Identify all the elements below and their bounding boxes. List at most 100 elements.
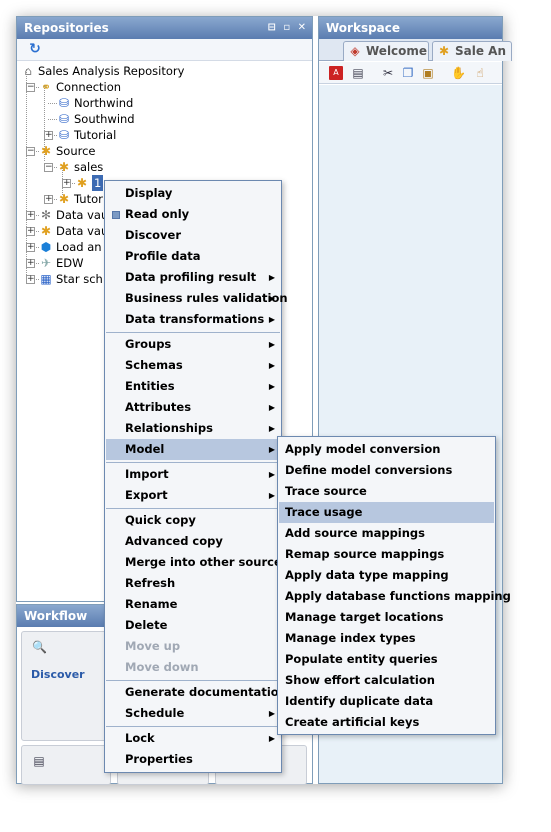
paste-icon[interactable]: ▣ [421,66,435,80]
star-schema-icon: ▦ [40,272,52,286]
collapse-icon[interactable]: − [26,83,35,92]
data-vault-icon: ✻ [40,208,52,222]
discover-icon: 🔍 [32,640,47,654]
context-menu: Display Read only Discover Profile data Data… [104,180,288,773]
expand-icon[interactable]: + [62,179,71,188]
print-icon[interactable]: ▤ [351,66,365,80]
source-icon: ✱ [58,192,70,206]
menu-item-label: Entities [125,379,175,393]
menu-item-properties[interactable]: Properties [106,749,280,770]
submenu-item-label: Define model conversions [285,463,453,477]
menu-item-attributes[interactable]: Attributes ▶ [106,397,280,418]
submenu-item-identify-duplicate-data[interactable]: Identify duplicate data [279,691,494,712]
submenu-item-label: Apply data type mapping [285,568,449,582]
submenu-item-manage-target-locations[interactable]: Manage target locations [279,607,494,628]
menu-item-lock[interactable]: Lock ▶ [106,728,280,749]
menu-item-discover[interactable]: Discover [106,225,280,246]
menu-item-display[interactable]: Display [106,183,280,204]
expand-icon[interactable]: + [26,275,35,284]
submenu-arrow-icon: ▶ [268,382,275,391]
menu-item-label: Schemas [125,358,183,372]
submenu-arrow-icon: ▶ [268,315,275,324]
menu-item-groups[interactable]: Groups ▶ [106,334,280,355]
tree-guide-line [48,103,57,104]
menu-item-label: Quick copy [125,513,196,527]
submenu-item-remap-source-mappings[interactable]: Remap source mappings [279,544,494,565]
application-window: Repositories ⊟ ▫ ✕ ↻ ⌂ Sales Analysis Rep… [16,16,512,785]
tree-item-label: Source [56,144,96,158]
submenu-item-manage-index-types[interactable]: Manage index types [279,628,494,649]
workflow-card-document[interactable]: ▤ [21,745,111,785]
collapse-icon[interactable]: − [26,147,35,156]
menu-item-advanced-copy[interactable]: Advanced copy [106,531,280,552]
workflow-card-discover[interactable]: 🔍 Discover [21,631,111,741]
expand-icon[interactable]: + [26,227,35,236]
expand-icon[interactable]: + [26,243,35,252]
menu-separator [106,332,280,333]
tab-sales-analysis[interactable]: ✱ Sale An [432,41,512,61]
tab-welcome[interactable]: ◈ Welcome [343,41,429,61]
submenu-item-create-artificial-keys[interactable]: Create artificial keys [279,712,494,733]
submenu-item-apply-data-type-mapping[interactable]: Apply data type mapping [279,565,494,586]
panel-window-controls[interactable]: ⊟ ▫ ✕ [268,17,309,39]
cut-icon[interactable]: ✂ [381,66,395,80]
menu-item-relationships[interactable]: Relationships ▶ [106,418,280,439]
repositories-title: Repositories [24,21,109,35]
submenu-arrow-icon: ▶ [268,403,275,412]
menu-item-entities[interactable]: Entities ▶ [106,376,280,397]
expand-icon[interactable]: + [26,211,35,220]
menu-item-label: Data profiling result [125,270,257,284]
submenu-item-trace-source[interactable]: Trace source [279,481,494,502]
workflow-title: Workflow [24,609,88,623]
menu-item-profile-data[interactable]: Profile data [106,246,280,267]
database-icon: ⛁ [58,128,70,142]
pan-hand-icon[interactable]: ✋ [451,66,466,80]
menu-item-data-profiling-result[interactable]: Data profiling result ▶ [106,267,280,288]
collapse-icon[interactable]: − [44,163,53,172]
menu-item-read-only[interactable]: Read only [106,204,280,225]
menu-item-label: Refresh [125,576,176,590]
tree-item-label: Load an [56,240,102,254]
menu-item-label: Data transformations [125,312,265,326]
submenu-item-apply-database-functions-mapping[interactable]: Apply database functions mapping [279,586,511,607]
submenu-item-define-model-conversions[interactable]: Define model conversions [279,460,494,481]
menu-item-import[interactable]: Import ▶ [106,464,280,485]
workspace-title: Workspace [326,21,401,35]
submenu-item-label: Apply model conversion [285,442,441,456]
menu-item-merge-into-other-source[interactable]: Merge into other source [106,552,282,573]
menu-item-export[interactable]: Export ▶ [106,485,280,506]
menu-item-rename[interactable]: Rename [106,594,280,615]
submenu-item-populate-entity-queries[interactable]: Populate entity queries [279,649,494,670]
expand-icon[interactable]: + [44,131,53,140]
tab-sales-analysis-label: Sale An [455,44,506,58]
menu-item-business-rules-validation[interactable]: Business rules validation ▶ [106,288,288,309]
refresh-icon[interactable]: ↻ [27,41,43,57]
copy-icon[interactable]: ❐ [401,66,415,80]
menu-item-data-transformations[interactable]: Data transformations ▶ [106,309,280,330]
submenu-item-trace-usage[interactable]: Trace usage [279,502,494,523]
menu-item-schedule[interactable]: Schedule ▶ [106,703,280,724]
select-hand-icon[interactable]: ☝ [473,66,487,80]
menu-item-schemas[interactable]: Schemas ▶ [106,355,280,376]
menu-item-model[interactable]: Model ▶ [106,439,280,460]
expand-icon[interactable]: + [44,195,53,204]
tree-item-label: Connection [56,80,122,94]
menu-item-refresh[interactable]: Refresh [106,573,280,594]
submenu-item-add-source-mappings[interactable]: Add source mappings [279,523,494,544]
menu-item-delete[interactable]: Delete [106,615,280,636]
menu-item-label: Profile data [125,249,201,263]
menu-item-label: Move up [125,639,181,653]
submenu-item-label: Manage target locations [285,610,444,624]
pdf-icon[interactable]: A [329,66,343,80]
menu-item-label: Move down [125,660,199,674]
submenu-item-show-effort-calculation[interactable]: Show effort calculation [279,670,494,691]
checkbox-icon [112,211,120,219]
submenu-item-apply-model-conversion[interactable]: Apply model conversion [279,439,494,460]
menu-item-quick-copy[interactable]: Quick copy [106,510,280,531]
tree-item-label: Data vau [56,224,109,238]
menu-item-label: Display [125,186,173,200]
expand-icon[interactable]: + [26,259,35,268]
source-icon: ✱ [58,160,70,174]
menu-item-generate-documentation[interactable]: Generate documentation [106,682,287,703]
menu-item-label: Import [125,467,169,481]
